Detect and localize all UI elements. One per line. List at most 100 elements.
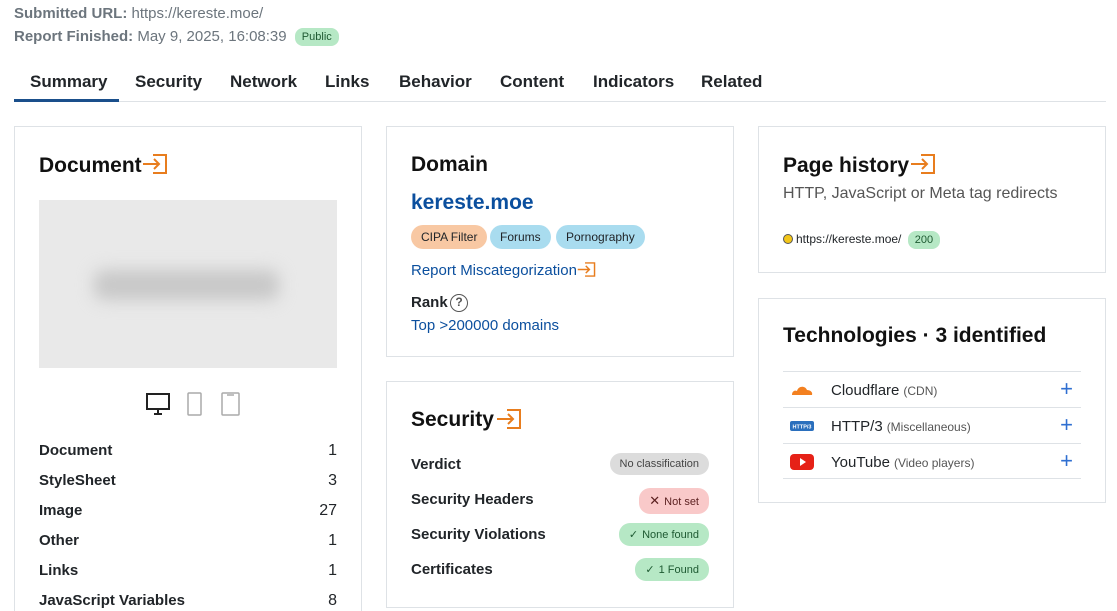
security-card: Security Verdict No classification Secur… — [386, 381, 734, 608]
expand-plus-icon[interactable]: + — [1060, 450, 1073, 472]
technologies-card: Technologies · 3 identified Cloudflare (C… — [758, 298, 1106, 503]
tab-indicators[interactable]: Indicators — [593, 72, 674, 92]
security-row-verdict: Verdict No classification — [411, 453, 709, 475]
tech-category: (CDN) — [903, 384, 938, 398]
device-switcher — [146, 392, 240, 416]
status-dot-icon — [783, 234, 793, 244]
resource-label: StyleSheet — [39, 472, 116, 489]
security-title: Security — [411, 408, 494, 431]
security-row-violations: Security Violations ✓ None found — [411, 523, 709, 546]
resource-label: Document — [39, 442, 113, 459]
history-url[interactable]: https://kereste.moe/ — [796, 232, 901, 246]
report-finished-line: Report Finished: May 9, 2025, 16:08:39 P… — [14, 28, 339, 46]
resource-count: 27 — [319, 502, 337, 519]
resource-label: JavaScript Variables — [39, 592, 185, 609]
export-icon[interactable] — [910, 154, 936, 174]
document-title: Document — [39, 154, 142, 177]
technologies-title: Technologies · 3 identified — [783, 324, 1047, 347]
resource-count: 3 — [328, 472, 337, 489]
submitted-url-value: https://kereste.moe/ — [131, 5, 264, 22]
badge-text: 1 Found — [658, 564, 699, 576]
tech-name: YouTube (Video players) — [831, 454, 974, 471]
resource-label: Image — [39, 502, 83, 519]
visibility-badge: Public — [294, 28, 339, 46]
tech-row-http3: HTTP/3 HTTP/3 (Miscellaneous) + — [783, 407, 1081, 443]
tech-category: (Video players) — [893, 456, 975, 470]
page-history-title: Page history — [783, 154, 910, 177]
security-row-label: Security Violations — [411, 526, 546, 543]
category-badge-cipa: CIPA Filter — [411, 225, 488, 249]
badge-text: Not set — [664, 496, 699, 508]
help-icon[interactable]: ? — [450, 294, 468, 312]
x-icon: ✕ — [649, 493, 661, 508]
mobile-icon[interactable] — [187, 392, 202, 416]
resource-count: 8 — [328, 592, 337, 609]
rank-label: Rank — [411, 294, 448, 311]
http3-icon: HTTP/3 — [790, 421, 814, 431]
domain-name-link[interactable]: kereste.moe — [411, 191, 534, 215]
tab-content[interactable]: Content — [500, 72, 564, 92]
resource-row-image: Image 27 — [39, 502, 337, 519]
http-status-badge: 200 — [907, 231, 941, 249]
certificates-badge: ✓ 1 Found — [635, 558, 709, 581]
svg-text:HTTP/3: HTTP/3 — [793, 425, 812, 431]
expand-plus-icon[interactable]: + — [1060, 414, 1073, 436]
rank-value-link[interactable]: Top >200000 domains — [411, 317, 559, 334]
badge-text: None found — [642, 529, 699, 541]
tech-row-cloudflare: Cloudflare (CDN) + — [783, 371, 1081, 407]
tech-label: YouTube — [831, 454, 890, 471]
document-card: Document Document 1 StyleSheet 3 Image 2… — [14, 126, 362, 611]
report-finished-value: May 9, 2025, 16:08:39 — [137, 28, 287, 45]
tab-behavior[interactable]: Behavior — [399, 72, 472, 92]
tab-related[interactable]: Related — [701, 72, 762, 92]
tab-links[interactable]: Links — [325, 72, 369, 92]
resource-label: Links — [39, 562, 79, 579]
tab-security[interactable]: Security — [135, 72, 202, 92]
tech-name: Cloudflare (CDN) — [831, 382, 937, 399]
submitted-url-label: Submitted URL: — [14, 5, 128, 22]
report-finished-label: Report Finished: — [14, 28, 134, 45]
cloudflare-icon — [792, 386, 813, 395]
active-tab-indicator — [14, 99, 119, 102]
submitted-url-line: Submitted URL: https://kereste.moe/ — [14, 5, 263, 22]
security-row-headers: Security Headers ✕ Not set — [411, 488, 709, 514]
tablet-icon[interactable] — [221, 392, 240, 416]
resource-row-other: Other 1 — [39, 532, 337, 549]
tech-row-youtube: YouTube (Video players) + — [783, 443, 1081, 479]
tab-bar: Summary Security Network Links Behavior … — [14, 62, 1106, 102]
report-miscategorization-link[interactable]: Report Miscategorization — [411, 262, 577, 279]
security-row-certificates: Certificates ✓ 1 Found — [411, 558, 709, 581]
desktop-icon[interactable] — [146, 393, 170, 415]
check-icon: ✓ — [645, 564, 655, 576]
resource-count: 1 — [328, 562, 337, 579]
page-history-card: Page history HTTP, JavaScript or Meta ta… — [758, 126, 1106, 273]
resource-row-stylesheet: StyleSheet 3 — [39, 472, 337, 489]
tech-label: HTTP/3 — [831, 418, 883, 435]
tech-category: (Miscellaneous) — [886, 420, 971, 434]
check-icon: ✓ — [628, 529, 639, 541]
tech-name: HTTP/3 (Miscellaneous) — [831, 418, 971, 435]
export-icon[interactable] — [142, 154, 168, 174]
tab-network[interactable]: Network — [230, 72, 297, 92]
violations-badge: ✓ None found — [618, 523, 709, 546]
headers-badge: ✕ Not set — [639, 488, 709, 514]
export-icon[interactable] — [496, 409, 522, 429]
page-screenshot-thumbnail[interactable] — [39, 200, 337, 368]
category-badge-pornography: Pornography — [556, 225, 645, 249]
resource-row-js-variables: JavaScript Variables 8 — [39, 592, 337, 609]
blurred-content — [94, 270, 279, 300]
resource-row-links: Links 1 — [39, 562, 337, 579]
resource-label: Other — [39, 532, 80, 549]
domain-card: Domain kereste.moe CIPA Filter Forums Po… — [386, 126, 734, 357]
tab-summary[interactable]: Summary — [30, 72, 107, 92]
domain-title: Domain — [411, 153, 489, 176]
tech-label: Cloudflare — [831, 382, 900, 399]
history-entry: https://kereste.moe/ 200 — [783, 231, 941, 249]
resource-count: 1 — [328, 442, 337, 459]
security-row-label: Security Headers — [411, 491, 534, 508]
external-link-icon[interactable] — [577, 262, 596, 277]
page-history-subtitle: HTTP, JavaScript or Meta tag redirects — [783, 185, 1058, 202]
category-badge-forums: Forums — [490, 225, 551, 249]
expand-plus-icon[interactable]: + — [1060, 378, 1073, 400]
resource-count: 1 — [328, 532, 337, 549]
